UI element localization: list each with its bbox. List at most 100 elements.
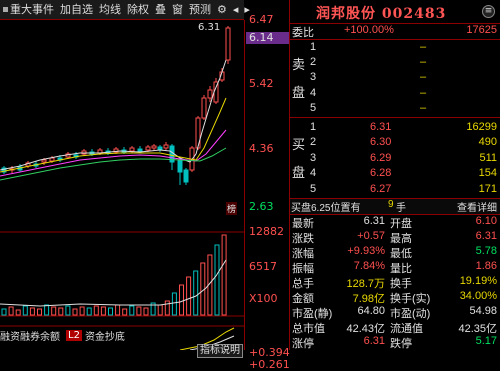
volume-bar [79,306,85,316]
stat-label: 金额 [292,293,314,305]
volume-bar [22,305,28,316]
volume-bar [86,307,92,316]
volume-bar [108,307,113,316]
stat-value: 1.86 [475,260,497,272]
tab-capital-bottom[interactable]: 资金抄底 [85,328,125,343]
sell-level-row[interactable]: 2 – [290,56,500,71]
level-volume: 154 [478,167,497,180]
volume-bar [58,307,64,316]
level-price: 6.27 [370,182,392,195]
stat-row: 市盈(静) 64.80 市盈(动) 54.98 [290,305,500,320]
volume-bar [1,308,7,316]
level-price: 6.30 [370,136,392,149]
volume-bar [214,244,220,316]
volume-unit: X100 [249,292,278,305]
volume-bar [157,304,163,316]
toolbar-add-watchlist-button[interactable]: 加自选 [57,0,96,20]
level-number: 1 [310,121,317,133]
toolbar-overlay-button[interactable]: 叠 [152,0,169,20]
kline-chart[interactable]: 6.31 榜 融资融券余额 L2 资金抄底 指标说明 [0,20,244,358]
buy-level-row[interactable]: 3 6.29 511 [290,152,500,167]
grid-icon [3,7,8,12]
tab-margin-balance[interactable]: 融资融券余额 [0,328,60,343]
volume-bar [37,308,42,316]
volume-bar [93,305,99,316]
stat-label: 最高 [390,233,412,245]
level-volume: – [420,41,427,53]
volume-bar [171,292,177,316]
level-number: 5 [310,101,317,114]
level-number: 4 [310,167,317,180]
stat-value: 5.17 [475,335,497,347]
volume-bars [1,234,227,316]
stat-value: 34.00% [459,290,497,302]
stat-value: 7.98亿 [352,293,385,305]
candle [151,145,157,149]
toolbar-ex-rights-button[interactable]: 除权 [124,0,152,20]
level-number: 2 [310,136,317,149]
level-number: 3 [310,151,317,164]
stat-value: 128.7万 [346,278,385,290]
stat-row: 总手 128.7万 换手 19.19% [290,275,500,290]
stat-label: 总市值 [292,323,325,335]
arrow-left-icon[interactable]: ◂ [230,0,242,20]
stat-value: 42.35亿 [458,323,497,335]
level-number: 3 [310,71,317,84]
volume-bar [115,304,121,316]
buy-level-row[interactable]: 5 6.27 171 [290,183,500,198]
level-volume: 490 [478,136,497,149]
candle [163,144,169,149]
stat-value: 5.78 [475,245,497,257]
volume-bar [143,307,149,316]
view-detail-link[interactable]: 查看详细 [457,199,497,214]
candle [177,159,183,173]
info-icon[interactable]: ≡ [482,5,495,18]
stat-row: 最新 6.31 开盘 6.10 [290,215,500,230]
sell-level-row[interactable]: 1 – [290,41,500,56]
stat-label: 总手 [292,278,314,290]
stat-value: 19.19% [459,275,497,287]
stat-value: 6.31 [363,335,385,347]
volume-bar [100,306,106,316]
gear-icon[interactable]: ⚙ [214,0,230,20]
sell-level-row[interactable]: 4 – [290,87,500,102]
buy-level-row[interactable]: 2 6.30 490 [290,136,500,151]
volume-bar [193,270,199,316]
sell-level-row[interactable]: 3 – [290,71,500,86]
candle [195,117,201,149]
stat-label: 流通值 [390,323,423,335]
bottom-tabs: 融资融券余额 L2 资金抄底 [0,328,125,343]
stat-label: 涨停 [292,338,314,350]
stat-label: 市盈(静) [292,308,333,320]
stat-label: 量比 [390,263,412,275]
stat-label: 换手 [390,278,412,290]
stat-label: 最新 [292,218,314,230]
tab-l2[interactable]: L2 [66,329,82,341]
stock-title: 润邦股份 002483 [316,6,447,22]
stat-row: 金额 7.98亿 换手(实) 34.00% [290,290,500,305]
stat-label: 换手(实) [390,293,431,305]
order-info-bar: 买盘6.25位置有 9 手 查看详细 [290,199,500,214]
indicator-help-button[interactable]: 指标说明 [197,344,243,358]
volume-tick: 12882 [249,225,284,238]
indicator-tick: +0.261 [249,358,290,371]
stat-label: 跌停 [390,338,412,350]
toolbar-ma-button[interactable]: 均线 [96,0,124,20]
stat-row: 振幅 7.84% 量比 1.86 [290,260,500,275]
ranking-badge[interactable]: 榜 [226,202,238,215]
sell-level-row[interactable]: 5 – [290,102,500,117]
current-price-tick: 6.14 [249,31,274,44]
buy-level-row[interactable]: 4 6.28 154 [290,167,500,182]
toolbar-window-button[interactable]: 窗 [169,0,186,20]
stat-value: 6.31 [475,230,497,242]
volume-bar [164,300,170,316]
toolbar-forecast-button[interactable]: 预测 [186,0,214,20]
toolbar-events-button[interactable]: 重大事件 [0,0,57,20]
stat-value: +0.57 [357,230,385,242]
price-tick: 5.42 [249,77,274,90]
right-axis: 6.47 6.14 5.42 4.36 2.63 12882 6517 X100… [244,13,290,371]
level-number: 1 [310,41,317,53]
buy-level-row[interactable]: 1 6.31 16299 [290,121,500,136]
price-tick: 2.63 [249,200,274,213]
level-price: 6.29 [370,151,392,164]
